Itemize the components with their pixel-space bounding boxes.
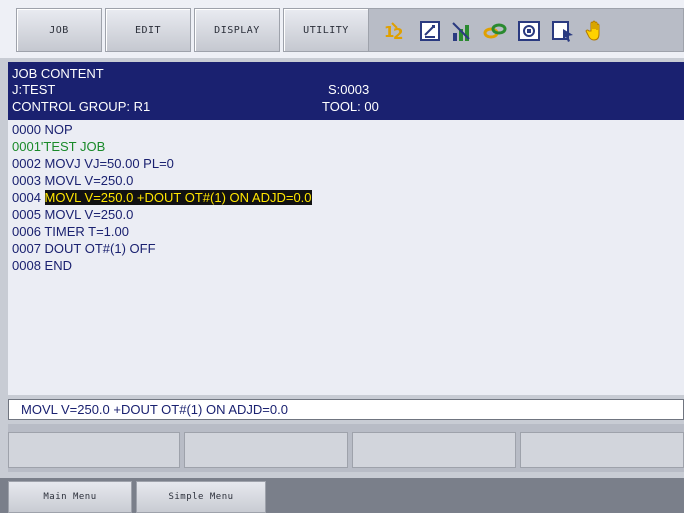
function-key-3[interactable] bbox=[352, 432, 516, 468]
menu-display[interactable]: DISPLAY bbox=[194, 8, 280, 52]
signal-bars-icon[interactable] bbox=[451, 19, 475, 43]
line-number: 0004 bbox=[12, 190, 41, 205]
line-comment: 'TEST JOB bbox=[40, 139, 106, 154]
line-instruction: NOP bbox=[44, 122, 73, 137]
line-number: 0005 bbox=[12, 207, 41, 222]
line-number: 0002 bbox=[12, 156, 41, 171]
line-number: 0007 bbox=[12, 241, 41, 256]
function-key-1[interactable] bbox=[8, 432, 180, 468]
job-line[interactable]: 0005 MOVL V=250.0 bbox=[12, 207, 133, 223]
line-number: 0006 bbox=[12, 224, 41, 239]
line-number: 0000 bbox=[12, 122, 41, 137]
job-line[interactable]: 0001'TEST JOB bbox=[12, 139, 105, 155]
job-line[interactable]: 0006 TIMER T=1.00 bbox=[12, 224, 129, 240]
link-chain-icon[interactable] bbox=[483, 19, 507, 43]
control-group: CONTROL GROUP: R1 bbox=[12, 99, 151, 114]
cursor-mode-icon[interactable] bbox=[551, 19, 575, 43]
input-buffer-line[interactable]: MOVL V=250.0 +DOUT OT#(1) ON ADJD=0.0 bbox=[8, 399, 684, 420]
line-number: 0003 bbox=[12, 173, 41, 188]
step-number: S:0003 bbox=[328, 82, 370, 97]
line-instruction-highlighted: MOVL V=250.0 +DOUT OT#(1) ON ADJD=0.0 bbox=[44, 190, 312, 205]
main-menu-button[interactable]: Main Menu bbox=[8, 481, 132, 513]
job-line[interactable]: 0003 MOVL V=250.0 bbox=[12, 173, 133, 189]
simple-menu-button[interactable]: Simple Menu bbox=[136, 481, 266, 513]
bottom-menu-bar: Main Menu Simple Menu bbox=[0, 478, 684, 513]
hand-icon[interactable] bbox=[583, 19, 607, 43]
job-name: J:TEST bbox=[12, 82, 56, 97]
job-line[interactable]: 0000 NOP bbox=[12, 122, 73, 138]
edit-box-icon[interactable] bbox=[419, 19, 443, 43]
servo-icon[interactable] bbox=[517, 19, 541, 43]
job-line-selected[interactable]: 0004 MOVL V=250.0 +DOUT OT#(1) ON ADJD=0… bbox=[12, 190, 312, 206]
line-number: 0008 bbox=[12, 258, 41, 273]
line-instruction: END bbox=[44, 258, 72, 273]
function-key-4[interactable] bbox=[520, 432, 684, 468]
line-instruction: TIMER T=1.00 bbox=[44, 224, 129, 239]
svg-text:2: 2 bbox=[393, 25, 403, 43]
status-icon-bar: 1 2 bbox=[368, 8, 684, 52]
job-line[interactable]: 0007 DOUT OT#(1) OFF bbox=[12, 241, 156, 257]
line-instruction: MOVL V=250.0 bbox=[44, 173, 134, 188]
menu-utility[interactable]: UTILITY bbox=[283, 8, 369, 52]
line-instruction: MOVL V=250.0 bbox=[44, 207, 134, 222]
function-key-2[interactable] bbox=[184, 432, 348, 468]
job-line[interactable]: 0002 MOVJ VJ=50.00 PL=0 bbox=[12, 156, 174, 172]
job-content-header: JOB CONTENT J:TEST S:0003 CONTROL GROUP:… bbox=[8, 62, 684, 120]
line-instruction: MOVJ VJ=50.00 PL=0 bbox=[44, 156, 174, 171]
job-line[interactable]: 0008 END bbox=[12, 258, 72, 274]
function-key-bar bbox=[8, 424, 684, 472]
tool-number: TOOL: 00 bbox=[322, 99, 379, 114]
line-number: 0001 bbox=[12, 139, 41, 154]
menu-job[interactable]: JOB bbox=[16, 8, 102, 52]
menu-edit[interactable]: EDIT bbox=[105, 8, 191, 52]
panel-title: JOB CONTENT bbox=[12, 66, 104, 81]
line-instruction: DOUT OT#(1) OFF bbox=[44, 241, 156, 256]
top-menu-bar: JOB EDIT DISPLAY UTILITY 1 2 bbox=[0, 0, 684, 58]
job-content-panel: JOB CONTENT J:TEST S:0003 CONTROL GROUP:… bbox=[8, 62, 684, 395]
coordinate-1-2-icon[interactable]: 1 2 bbox=[383, 19, 407, 43]
